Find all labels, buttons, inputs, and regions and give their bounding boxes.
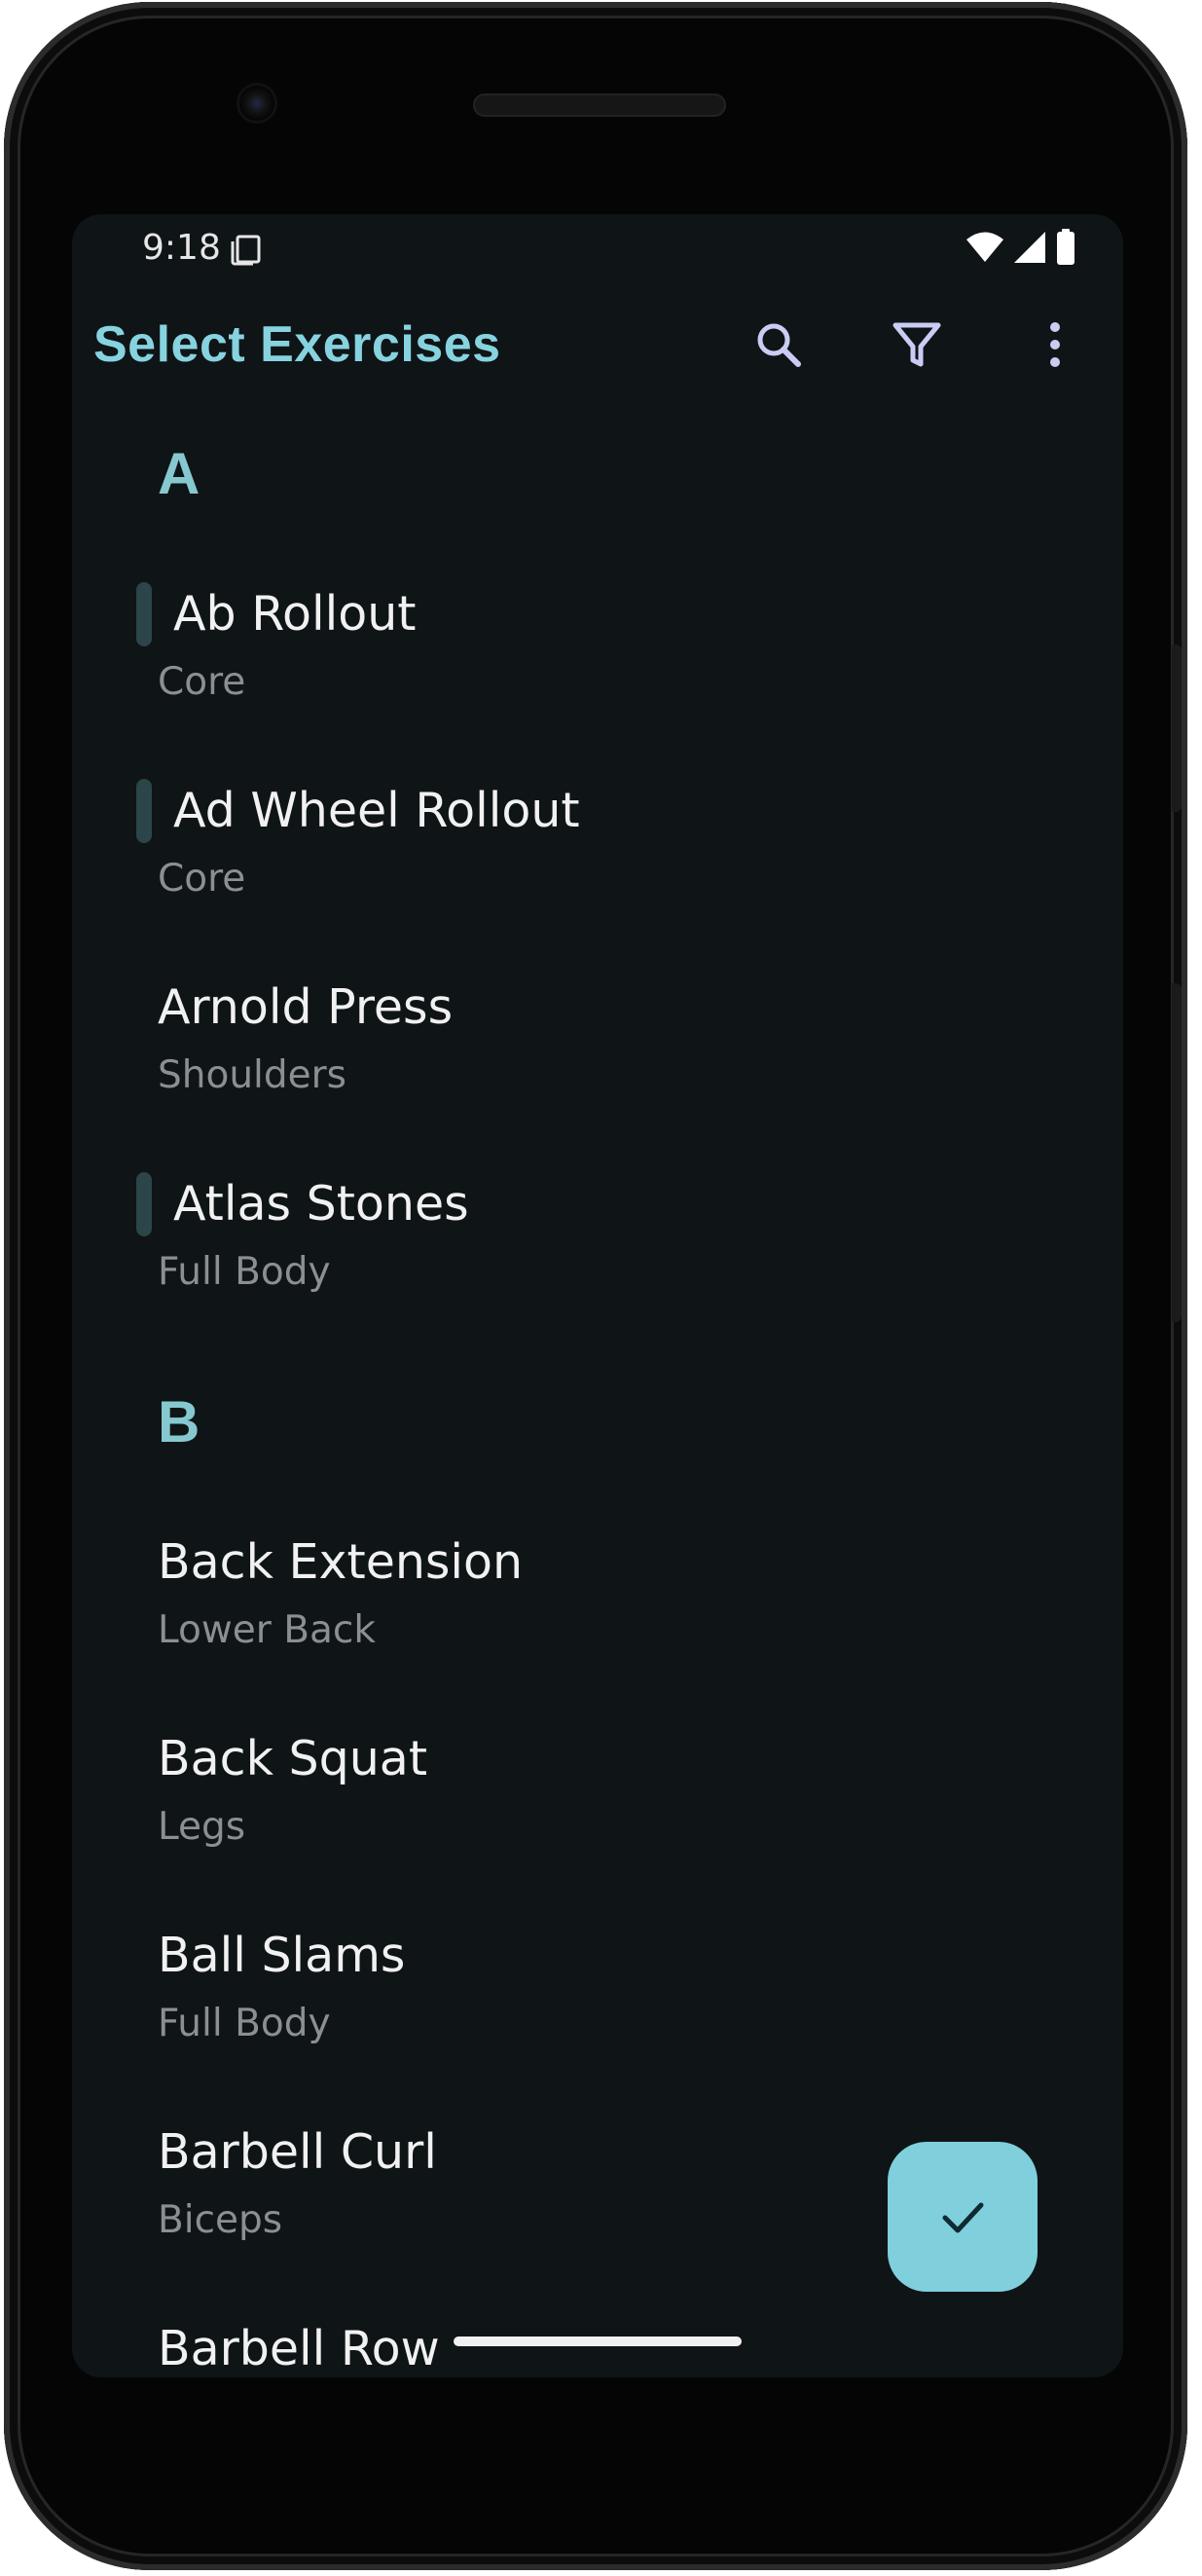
exercise-category: Core (158, 660, 246, 704)
status-icons (965, 228, 1076, 267)
screen: 9:18 Select Exercises A Ab Rollout Core … (72, 214, 1123, 2377)
exercise-category: Legs (158, 1805, 246, 1849)
exercise-name: Ball Slams (158, 1928, 406, 1983)
battery-icon (1057, 229, 1075, 265)
list-item[interactable]: Ad Wheel Rollout Core (72, 777, 1123, 972)
selection-indicator (136, 779, 152, 843)
signal-icon (1014, 232, 1045, 263)
search-button[interactable] (747, 313, 810, 376)
exercise-category: Full Body (158, 1250, 331, 1294)
home-gesture-bar[interactable] (454, 2337, 742, 2346)
confirm-selection-button[interactable] (888, 2142, 1038, 2292)
exercise-name: Barbell Curl (158, 2124, 437, 2180)
exercise-name: Arnold Press (158, 979, 454, 1035)
selection-indicator (136, 1172, 152, 1236)
earpiece-speaker (473, 93, 726, 117)
list-item[interactable]: Barbell Row (72, 2315, 1123, 2377)
phone-frame: 9:18 Select Exercises A Ab Rollout Core … (4, 2, 1187, 2570)
list-item[interactable]: Ab Rollout Core (72, 580, 1123, 775)
sim-card-icon (231, 235, 261, 266)
list-item[interactable]: Atlas Stones Full Body (72, 1170, 1123, 1365)
status-bar: 9:18 (72, 214, 1123, 282)
exercise-name: Ab Rollout (173, 586, 417, 642)
filter-button[interactable] (886, 313, 948, 376)
exercise-category: Core (158, 857, 246, 901)
more-vert-icon (1050, 322, 1060, 367)
status-time: 9:18 (142, 228, 221, 268)
app-bar: Select Exercises (72, 282, 1123, 409)
exercise-name: Back Squat (158, 1731, 428, 1786)
exercise-category: Shoulders (158, 1053, 346, 1097)
front-camera (239, 86, 274, 121)
section-header-a: A (158, 441, 200, 506)
section-header-b: B (158, 1389, 200, 1454)
filter-icon (892, 322, 941, 367)
exercise-category: Biceps (158, 2198, 283, 2242)
list-item[interactable]: Back Squat Legs (72, 1725, 1123, 1920)
wifi-icon (966, 232, 1003, 262)
exercise-name: Atlas Stones (173, 1176, 469, 1232)
exercise-category: Full Body (158, 2002, 331, 2045)
check-icon (942, 2202, 984, 2233)
search-icon (757, 323, 801, 367)
selection-indicator (136, 582, 152, 646)
more-options-button[interactable] (1024, 313, 1086, 376)
list-item[interactable]: Arnold Press Shoulders (72, 974, 1123, 1168)
exercise-name: Barbell Row (158, 2321, 440, 2376)
exercise-category: Lower Back (158, 1608, 376, 1652)
volume-button (1172, 983, 1182, 1322)
exercise-name: Back Extension (158, 1534, 524, 1590)
power-button (1172, 644, 1182, 812)
list-item[interactable]: Back Extension Lower Back (72, 1528, 1123, 1723)
list-item[interactable]: Ball Slams Full Body (72, 1922, 1123, 2116)
exercise-name: Ad Wheel Rollout (173, 783, 580, 838)
page-title: Select Exercises (93, 316, 501, 373)
